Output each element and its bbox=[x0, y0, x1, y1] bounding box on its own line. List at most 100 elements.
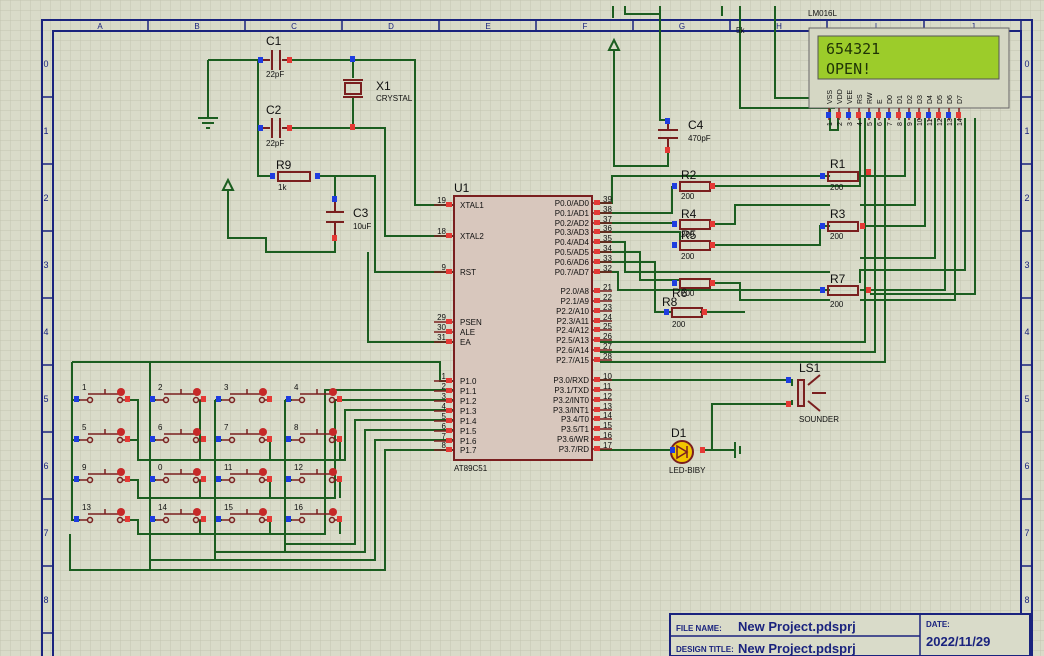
mcu-right-pin-name: P3.3/INT1 bbox=[553, 406, 590, 415]
date-label: DATE: bbox=[926, 620, 950, 629]
d1-ref: D1 bbox=[671, 426, 687, 440]
pin-marker bbox=[856, 112, 861, 118]
lcd-pin-name: RS bbox=[857, 94, 864, 104]
mcu-right-pin-name: P3.2/INT0 bbox=[553, 396, 590, 405]
schematic-sheet: AABBCCDDEEFFGGHHIIJJKK 00112233445566778… bbox=[0, 0, 1044, 656]
x1-value: CRYSTAL bbox=[376, 94, 413, 103]
keypad-button-label: 11 bbox=[224, 463, 233, 472]
row-label: 6 bbox=[1024, 461, 1029, 471]
file-name-value: New Project.pdsprj bbox=[738, 619, 856, 634]
lcd-pin-name: VDD bbox=[837, 89, 844, 104]
pin-marker bbox=[594, 436, 600, 441]
mcu-left-pin-number: 19 bbox=[437, 196, 446, 205]
row-label: 7 bbox=[1024, 528, 1029, 538]
mcu-left-pin-name: P1.1 bbox=[460, 387, 477, 396]
mcu-right-pin-number: 15 bbox=[603, 421, 612, 430]
pin-marker bbox=[594, 347, 600, 352]
lcd-pin-number: 13 bbox=[947, 118, 954, 126]
pin-marker bbox=[820, 173, 825, 179]
button-indicator bbox=[259, 428, 267, 436]
mcu-right-pin-number: 33 bbox=[603, 254, 612, 263]
pin-marker bbox=[350, 56, 355, 62]
pin-marker bbox=[594, 318, 600, 323]
c4-value: 470pF bbox=[688, 134, 711, 143]
pin-marker bbox=[125, 396, 130, 402]
mcu-right-pin-number: 32 bbox=[603, 264, 612, 273]
lcd-pin-name: RW bbox=[867, 92, 874, 104]
lcd-pin-number: 6 bbox=[877, 122, 884, 126]
c3-value: 10uF bbox=[353, 222, 371, 231]
row-label: 5 bbox=[43, 394, 48, 404]
mcu-right-pin-name: P0.0/AD0 bbox=[555, 199, 590, 208]
pin-marker bbox=[446, 418, 452, 423]
pin-marker bbox=[446, 339, 452, 344]
pin-marker bbox=[74, 396, 79, 402]
mcu-left-pin-number: 18 bbox=[437, 227, 446, 236]
mcu-right-pin-name: P3.0/RXD bbox=[553, 376, 589, 385]
r5-value: 200 bbox=[681, 252, 695, 261]
r7-value: 200 bbox=[830, 300, 844, 309]
button-indicator bbox=[193, 468, 201, 476]
c4-ref: C4 bbox=[688, 118, 704, 132]
button-indicator bbox=[329, 428, 337, 436]
pin-marker bbox=[710, 183, 715, 189]
pin-marker bbox=[287, 125, 292, 131]
mcu-right-pin-number: 25 bbox=[603, 322, 612, 331]
pin-marker bbox=[74, 516, 79, 522]
pin-marker bbox=[700, 447, 705, 453]
pin-marker bbox=[594, 357, 600, 362]
mcu-right-pins: 39 P0.0/AD0 38 P0.1/AD1 37 P0.2/AD2 36 P0.3/AD3… bbox=[553, 195, 612, 454]
pin-marker bbox=[594, 407, 600, 412]
mcu-right-pin-number: 16 bbox=[603, 431, 612, 440]
mcu-left-pin-number: 4 bbox=[442, 402, 447, 411]
pin-marker bbox=[201, 436, 206, 442]
button-indicator bbox=[259, 468, 267, 476]
mcu-right-pin-name: P2.1/A9 bbox=[561, 297, 590, 306]
pin-marker bbox=[201, 516, 206, 522]
pin-marker bbox=[150, 396, 155, 402]
pin-marker bbox=[446, 233, 452, 238]
pin-marker bbox=[594, 269, 600, 274]
mcu-left-pin-name: XTAL1 bbox=[460, 201, 484, 210]
pin-marker bbox=[786, 401, 791, 407]
top-fragment-label: 5k bbox=[736, 26, 745, 35]
button-indicator bbox=[329, 468, 337, 476]
pin-marker bbox=[594, 220, 600, 225]
pin-marker bbox=[594, 387, 600, 392]
lcd-pin-name: D7 bbox=[957, 95, 964, 104]
lcd-pin-number: 5 bbox=[867, 122, 874, 126]
microcontroller-u1[interactable]: U1 AT89C51 19XTAL118XTAL29RST29PSEN30ALE… bbox=[434, 181, 612, 473]
pin-marker bbox=[125, 436, 130, 442]
pin-marker bbox=[446, 428, 452, 433]
lcd-pin-number: 2 bbox=[837, 122, 844, 126]
c3-ref: C3 bbox=[353, 206, 369, 220]
design-title-label: DESIGN TITLE: bbox=[676, 645, 734, 654]
keypad-button-label: 3 bbox=[224, 383, 229, 392]
pin-marker bbox=[594, 337, 600, 342]
pin-marker bbox=[216, 476, 221, 482]
pin-marker bbox=[216, 436, 221, 442]
pin-marker bbox=[216, 516, 221, 522]
mcu-left-pin-number: 9 bbox=[442, 263, 447, 272]
row-label: 6 bbox=[43, 461, 48, 471]
pin-marker bbox=[906, 112, 911, 118]
row-label: 3 bbox=[1024, 260, 1029, 270]
pin-marker bbox=[664, 309, 669, 315]
mcu-right-pin-name: P0.7/AD7 bbox=[555, 268, 590, 277]
pin-marker bbox=[946, 112, 951, 118]
pin-marker bbox=[786, 377, 791, 383]
lcd-pin-number: 10 bbox=[917, 118, 924, 126]
pin-marker bbox=[594, 210, 600, 215]
pin-marker bbox=[820, 223, 825, 229]
ls1-ref: LS1 bbox=[799, 361, 821, 375]
pin-marker bbox=[836, 112, 841, 118]
pin-marker bbox=[876, 112, 881, 118]
r1-value: 200 bbox=[830, 183, 844, 192]
mcu-right-pin-number: 39 bbox=[603, 195, 612, 204]
lcd-ref: LM016L bbox=[808, 9, 837, 18]
row-label: 4 bbox=[43, 327, 48, 337]
mcu-left-pin-number: 5 bbox=[442, 412, 447, 421]
pin-marker bbox=[337, 516, 342, 522]
pin-marker bbox=[337, 396, 342, 402]
pin-marker bbox=[672, 280, 677, 286]
